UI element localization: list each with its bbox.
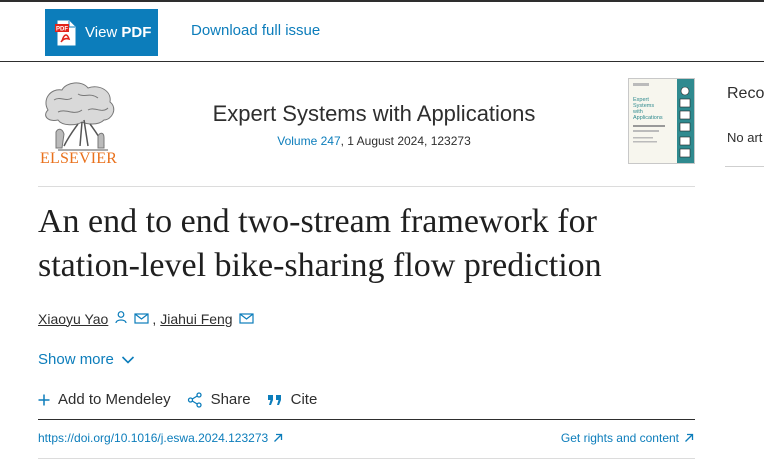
journal-title[interactable]: Expert Systems with Applications xyxy=(130,101,618,127)
plus-icon xyxy=(38,394,50,405)
cover-title-4: Applications xyxy=(633,115,663,121)
recommended-articles-title: Reco xyxy=(727,85,764,102)
add-to-mendeley-button[interactable]: Add to Mendeley xyxy=(38,391,171,408)
cite-label: Cite xyxy=(290,391,318,408)
header-divider xyxy=(38,186,695,187)
journal-cover-thumbnail[interactable]: Expert Systems with Applications xyxy=(628,78,695,164)
elsevier-wordmark: ELSEVIER xyxy=(40,150,118,167)
author-list: Xiaoyu Yao , Jiahui Feng xyxy=(38,310,254,327)
sidebar-divider xyxy=(725,166,764,167)
volume-link[interactable]: Volume 247 xyxy=(277,134,340,148)
doi-link[interactable]: https://doi.org/10.1016/j.eswa.2024.1232… xyxy=(38,431,283,445)
external-arrow-icon xyxy=(274,433,283,442)
top-border xyxy=(0,0,764,2)
author-name[interactable]: Jiahui Feng xyxy=(160,311,232,327)
share-icon xyxy=(187,391,202,408)
download-full-issue-link[interactable]: Download full issue xyxy=(191,22,320,39)
view-pdf-button[interactable]: PDF View PDF xyxy=(45,9,158,56)
get-rights-label: Get rights and content xyxy=(560,431,679,445)
bottom-divider xyxy=(38,458,695,459)
recommended-articles-text: No art xyxy=(727,130,763,145)
pdf-badge-text: PDF xyxy=(56,26,68,32)
external-arrow-icon xyxy=(685,433,694,442)
share-button[interactable]: Share xyxy=(187,391,251,408)
view-pdf-label: View PDF xyxy=(85,24,151,41)
get-rights-link[interactable]: Get rights and content xyxy=(561,431,694,445)
envelope-icon[interactable] xyxy=(239,311,254,327)
add-to-mendeley-label: Add to Mendeley xyxy=(58,391,171,408)
top-toolbar: PDF View PDF Download full issue xyxy=(0,0,764,62)
show-more-button[interactable]: Show more xyxy=(38,351,135,368)
pdf-file-icon: PDF xyxy=(55,20,77,46)
doi-label: https://doi.org/10.1016/j.eswa.2024.1232… xyxy=(38,431,269,445)
quote-icon xyxy=(267,394,281,405)
article-title: An end to end two-stream framework for s… xyxy=(38,203,602,284)
issue-details: , 1 August 2024, 123273 xyxy=(340,134,471,148)
view-pdf-prefix: View xyxy=(85,24,122,41)
cite-button[interactable]: Cite xyxy=(267,391,318,408)
author-separator: , xyxy=(152,310,157,327)
view-pdf-bold: PDF xyxy=(121,24,152,41)
actions-divider xyxy=(38,419,695,420)
article-actions: Add to Mendeley Share Cite xyxy=(38,391,333,408)
share-label: Share xyxy=(210,391,251,408)
person-icon[interactable] xyxy=(114,310,128,327)
author-name[interactable]: Xiaoyu Yao xyxy=(38,311,108,327)
chevron-down-icon xyxy=(121,355,135,365)
journal-meta: Volume 247, 1 August 2024, 123273 xyxy=(130,134,618,148)
show-more-label: Show more xyxy=(38,351,114,368)
envelope-icon[interactable] xyxy=(134,311,149,327)
